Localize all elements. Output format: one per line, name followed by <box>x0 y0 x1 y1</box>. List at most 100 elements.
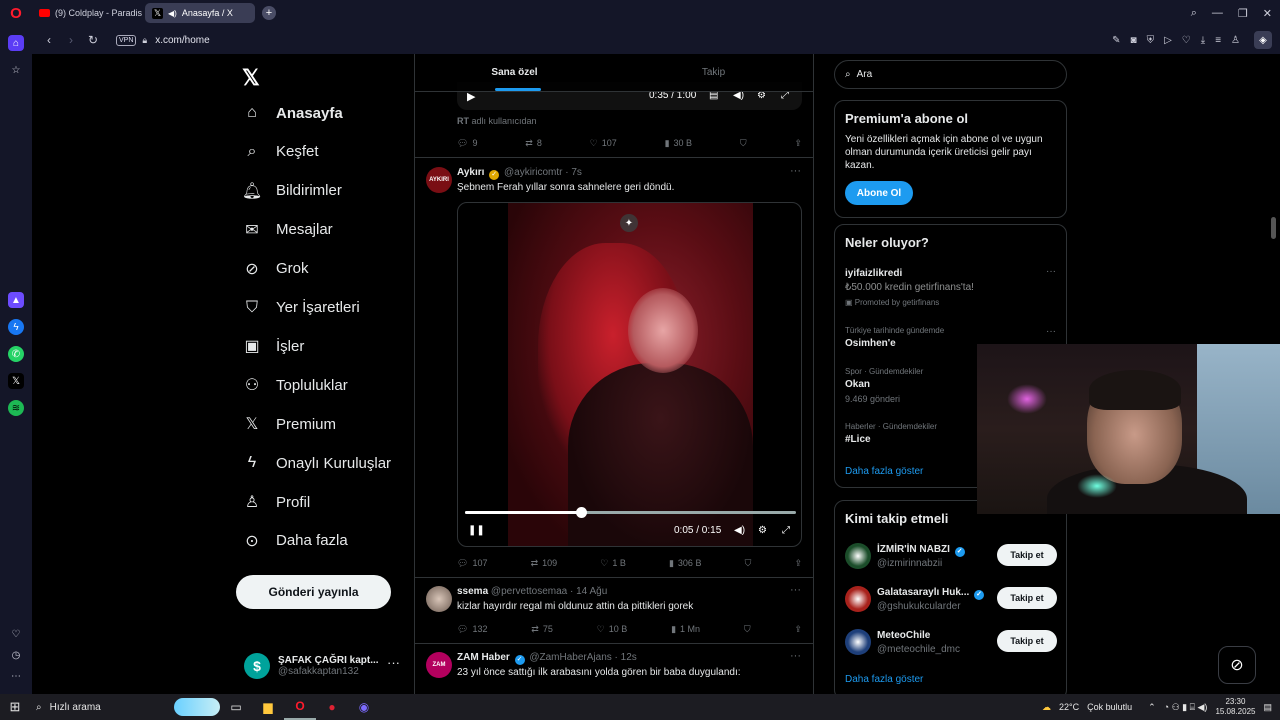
trends-show-more-link[interactable]: Daha fazla göster <box>845 466 923 477</box>
profile-icon[interactable]: ♙ <box>1231 35 1240 46</box>
volume-icon[interactable]: ◀) <box>734 525 745 536</box>
messenger-icon[interactable]: ϟ <box>8 319 24 335</box>
heart-icon[interactable]: ♡ <box>1182 35 1191 46</box>
scroll-thumb[interactable] <box>1271 217 1276 239</box>
tweet-author[interactable]: ssema <box>457 586 488 597</box>
video-progress-bar[interactable] <box>465 507 796 518</box>
tweet-author[interactable]: Aykırı <box>457 167 484 178</box>
reply-button[interactable]: 💬︎ 9 <box>457 136 477 150</box>
follow-button[interactable]: Takip et <box>997 630 1057 652</box>
search-tabs-icon[interactable]: ⌕ <box>1191 7 1197 20</box>
trend-name[interactable]: Osimhen'e <box>845 338 896 349</box>
nav-item-people[interactable]: ⚇ Topluluklar <box>242 375 348 395</box>
sparkle-icon[interactable]: ✦ <box>620 214 638 232</box>
heart-icon[interactable]: ♡ <box>8 626 24 642</box>
tab-for-you[interactable]: Sana özel <box>415 54 614 91</box>
nav-item-lightning[interactable]: ϟ Onaylı Kuruluşlar <box>242 453 391 473</box>
tweet-author[interactable]: ZAM Haber <box>457 652 510 663</box>
nav-item-search[interactable]: ⌕ Keşfet <box>242 142 319 162</box>
file-explorer-icon[interactable]: ▆ <box>252 694 284 720</box>
trend-more-icon[interactable]: ··· <box>1046 266 1056 277</box>
nav-item-grok[interactable]: ⊘ Grok <box>242 259 308 279</box>
reload-button[interactable]: ↻ <box>82 33 104 47</box>
tweet-handle[interactable]: @pervettosemaa <box>491 586 567 597</box>
x-logo-icon[interactable]: 𝕏 <box>242 65 260 91</box>
weather-desc[interactable]: Çok bulutlu <box>1087 702 1132 712</box>
discord-icon[interactable]: ◉ <box>348 694 380 720</box>
nav-item-more-circle[interactable]: ⊙ Daha fazla <box>242 531 347 551</box>
settings-icon[interactable]: ⚙ <box>758 525 767 536</box>
more-icon[interactable]: ⋯ <box>8 668 24 684</box>
nav-item-briefcase[interactable]: ▣ İşler <box>242 336 304 356</box>
trend-name[interactable]: #Lice <box>845 434 871 445</box>
camera-icon[interactable]: ◙ <box>1131 35 1137 46</box>
fullscreen-icon[interactable]: ⤢ <box>782 525 790 536</box>
share-icon[interactable]: ⇪ <box>794 622 802 636</box>
follow-name[interactable]: MeteoChile <box>877 630 930 641</box>
tab-following[interactable]: Takip <box>614 54 813 91</box>
follow-handle[interactable]: @gshukukcularder <box>877 601 961 612</box>
aria-icon[interactable]: ▲ <box>8 292 24 308</box>
minimize-button[interactable]: — <box>1212 7 1223 19</box>
nav-item-bookmark[interactable]: ⛉ Yer İşaretleri <box>242 298 360 318</box>
forward-button[interactable]: › <box>60 33 82 47</box>
new-tab-button[interactable]: + <box>262 6 276 20</box>
tweet-handle[interactable]: @aykiricomtr <box>504 167 563 178</box>
pause-icon[interactable]: ❚❚ <box>468 525 485 536</box>
share-icon[interactable]: ⇪ <box>794 136 802 150</box>
home-icon[interactable]: ⌂ <box>8 35 24 51</box>
like-button[interactable]: ♡ 10 B <box>597 622 628 636</box>
retweet-button[interactable]: ⇄ 75 <box>531 622 553 636</box>
tab-youtube[interactable]: (9) Coldplay - Paradise (O <box>32 3 142 23</box>
follow-handle[interactable]: @izmirinnabzii <box>877 558 942 569</box>
like-button[interactable]: ♡ 1 B <box>600 556 626 570</box>
bookmark-icon[interactable]: ⛉ <box>745 556 752 570</box>
weather-icon[interactable]: ☁ <box>1042 702 1051 713</box>
notification-icon[interactable]: ▤ <box>1263 702 1272 713</box>
clock[interactable]: 23:30 15.08.2025 <box>1215 697 1255 717</box>
nav-item-person[interactable]: ♙ Profil <box>242 492 310 512</box>
nav-item-mail[interactable]: ✉ Mesajlar <box>242 220 332 240</box>
bookmark-icon[interactable]: ⛉ <box>744 622 751 636</box>
follow-show-more-link[interactable]: Daha fazla göster <box>845 674 923 685</box>
opera-logo-icon[interactable]: O <box>0 0 32 26</box>
follow-name[interactable]: İZMİR'İN NABZI ✓ <box>877 544 967 557</box>
x-sidebar-icon[interactable]: 𝕏 <box>8 373 24 389</box>
whatsapp-icon[interactable]: ✆ <box>8 346 24 362</box>
tweet-time[interactable]: 7s <box>571 167 582 178</box>
menu-icon[interactable]: ≡ <box>1215 35 1221 46</box>
star-icon[interactable]: ☆ <box>8 62 24 78</box>
trend-name[interactable]: iyifaizlikredi <box>845 268 902 279</box>
follow-button[interactable]: Takip et <box>997 544 1057 566</box>
chevron-up-icon[interactable]: ⌃ <box>1148 702 1156 713</box>
nav-item-bell[interactable]: 🔔︎ Bildirimler <box>242 181 342 201</box>
share-icon[interactable]: ⇪ <box>794 556 802 570</box>
profile-switcher[interactable]: $ ŞAFAK ÇAĞRI kapt... @safakkaptan132 <box>244 649 409 683</box>
tweet-more-icon[interactable]: ··· <box>790 650 801 662</box>
grok-floating-button[interactable]: ⊘ <box>1218 646 1256 684</box>
views-button[interactable]: ▮ 1 Mn <box>671 622 700 636</box>
follow-handle[interactable]: @meteochile_dmc <box>877 644 960 655</box>
history-icon[interactable]: ◷ <box>8 647 24 663</box>
extensions-icon[interactable]: ◈ <box>1254 31 1272 49</box>
trend-more-icon[interactable]: ··· <box>1046 326 1056 337</box>
play-icon[interactable]: ▷ <box>1164 35 1172 46</box>
back-button[interactable]: ‹ <box>38 33 60 47</box>
spotify-icon[interactable]: ≋ <box>8 400 24 416</box>
vpn-badge[interactable]: VPN <box>116 34 137 46</box>
reply-button[interactable]: 💬︎ 132 <box>457 622 487 636</box>
avatar[interactable]: AYKIRI <box>426 167 452 193</box>
retweet-button[interactable]: ⇄ 109 <box>531 556 558 570</box>
avatar[interactable] <box>845 629 871 655</box>
nav-item-x[interactable]: 𝕏 Premium <box>242 414 336 434</box>
weather-temp[interactable]: 22°C <box>1059 702 1079 712</box>
tray-icons[interactable]: ◔ ⚇ ▮ ⌸ ◀) <box>1164 702 1208 713</box>
tweet-time[interactable]: 12s <box>621 652 637 663</box>
avatar[interactable] <box>845 586 871 612</box>
trend-name[interactable]: Okan <box>845 379 870 390</box>
download-icon[interactable]: ⤓ <box>1201 35 1205 46</box>
tweet-more-icon[interactable]: ··· <box>790 584 801 596</box>
lock-icon[interactable]: 🔒︎ <box>142 35 147 46</box>
bookmark-icon[interactable]: ⛉ <box>740 136 747 150</box>
opera-taskbar-icon[interactable]: O <box>284 694 316 720</box>
